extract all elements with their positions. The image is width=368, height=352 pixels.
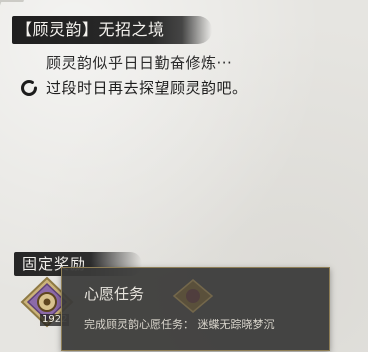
dialog-line-1: 顾灵韵似乎日日勤奋修炼··· <box>46 54 233 72</box>
reward-tooltip: 心愿任务 完成顾灵韵心愿任务： 迷蝶无踪晓梦沉 <box>61 267 330 351</box>
faded-item-icon <box>172 279 214 313</box>
dialog-title: 【顾灵韵】无招之境 <box>16 20 165 39</box>
dialog-line-2: 过段时日再去探望顾灵韵吧。 <box>46 79 248 97</box>
loading-ring-icon <box>21 80 37 96</box>
tooltip-description: 完成顾灵韵心愿任务： 迷蝶无踪晓梦沉 <box>84 318 275 331</box>
tooltip-title: 心愿任务 <box>84 285 145 303</box>
